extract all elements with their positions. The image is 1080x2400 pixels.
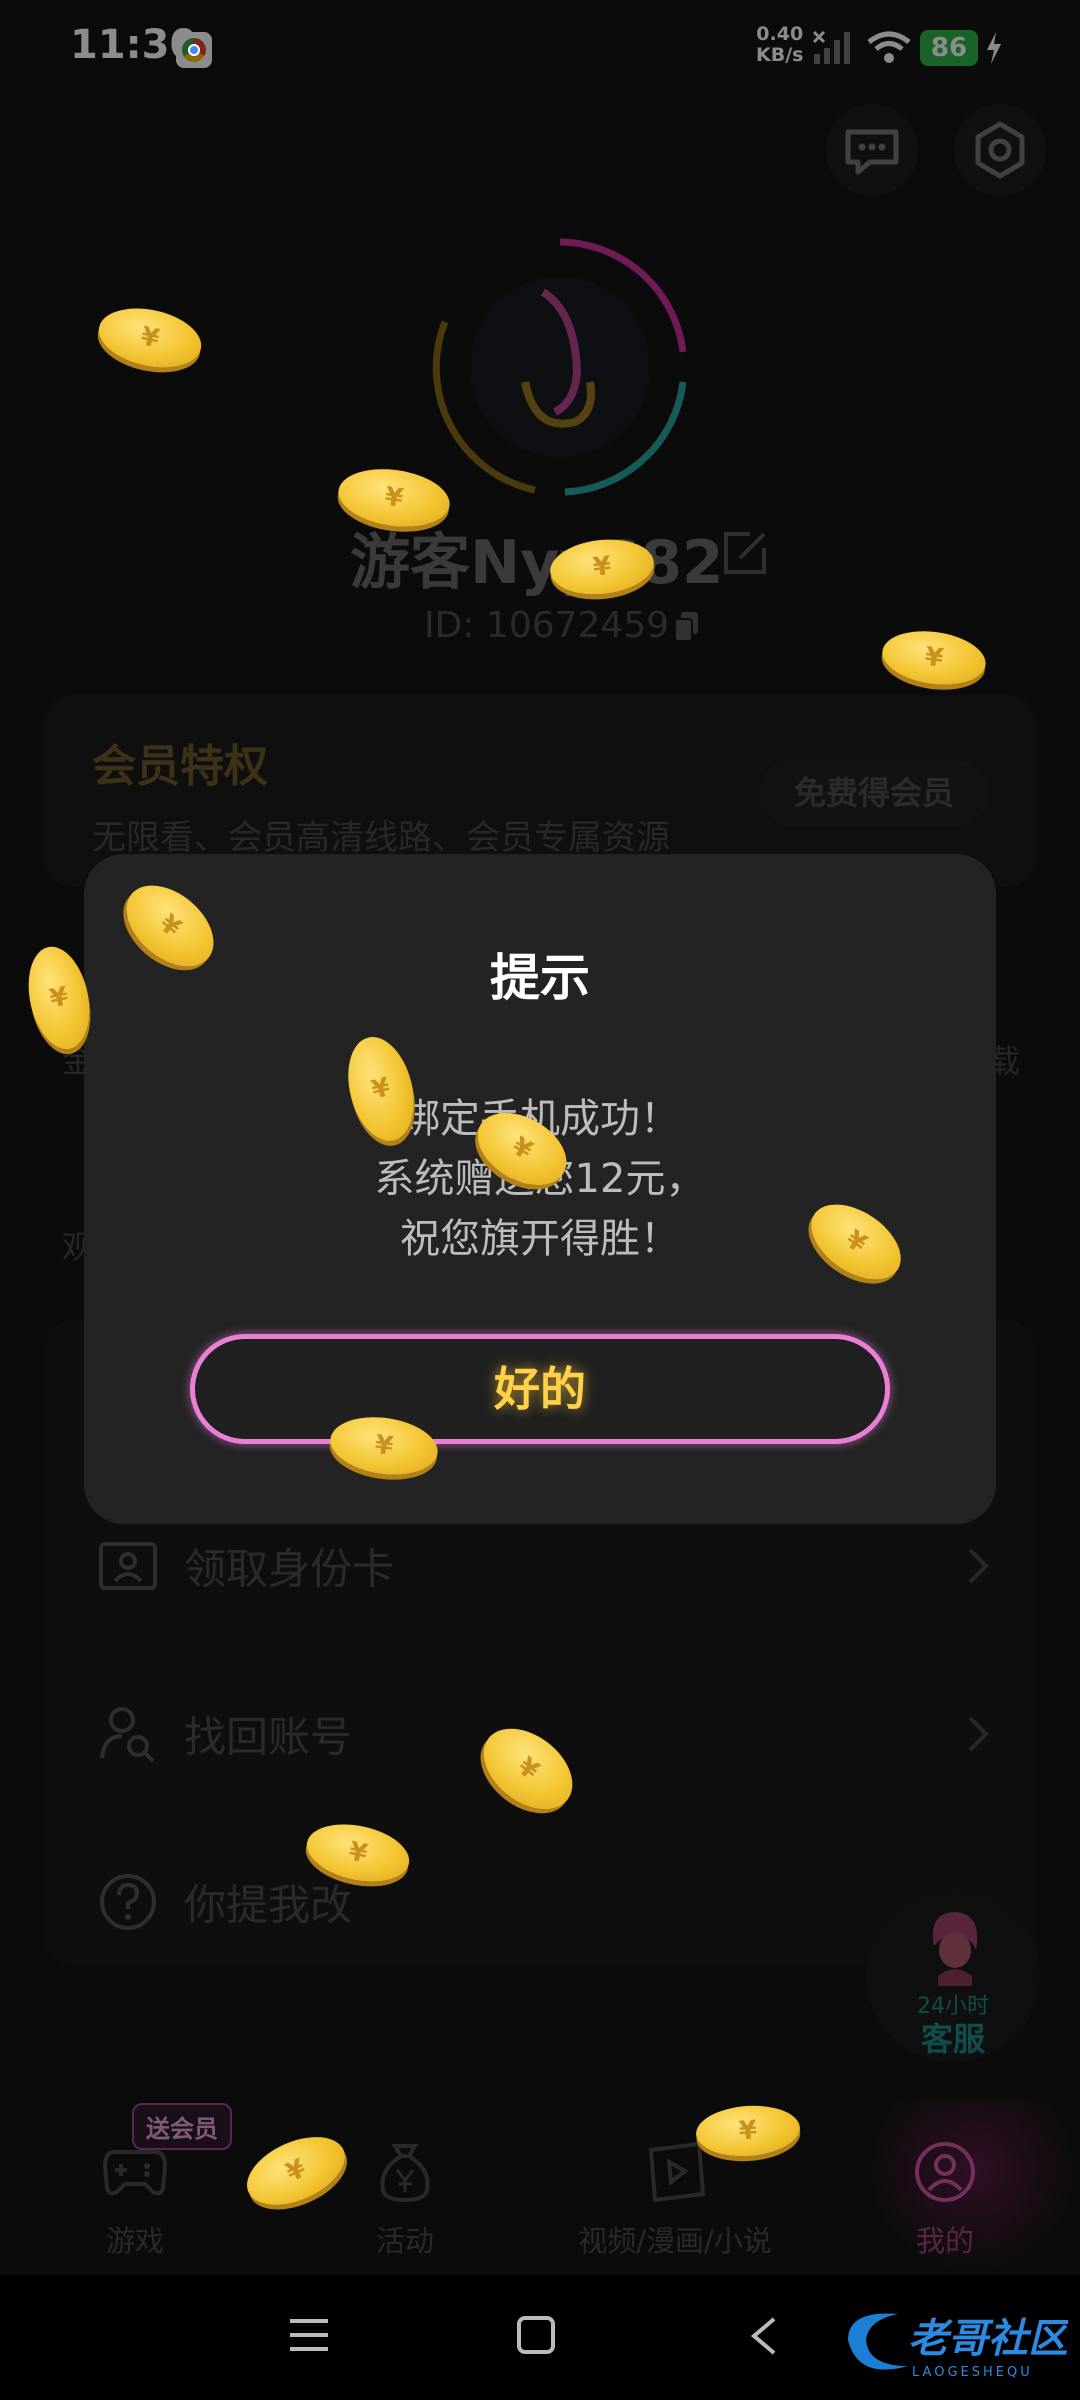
svg-text:LAOGESHEQU: LAOGESHEQU	[912, 2365, 1033, 2380]
back-icon[interactable]	[748, 2315, 778, 2357]
ok-button[interactable]: 好的	[190, 1334, 890, 1444]
dialog-title: 提示	[490, 949, 590, 1007]
svg-text:老哥社区: 老哥社区	[908, 2316, 1068, 2362]
site-watermark-logo: 老哥社区 LAOGESHEQU	[848, 2313, 1068, 2380]
menu-icon[interactable]	[288, 2315, 330, 2355]
alert-dialog: 提示 绑定手机成功！ 系统赠送您12元， 祝您旗开得胜！ 好的	[84, 854, 996, 1524]
home-icon[interactable]	[516, 2315, 556, 2355]
